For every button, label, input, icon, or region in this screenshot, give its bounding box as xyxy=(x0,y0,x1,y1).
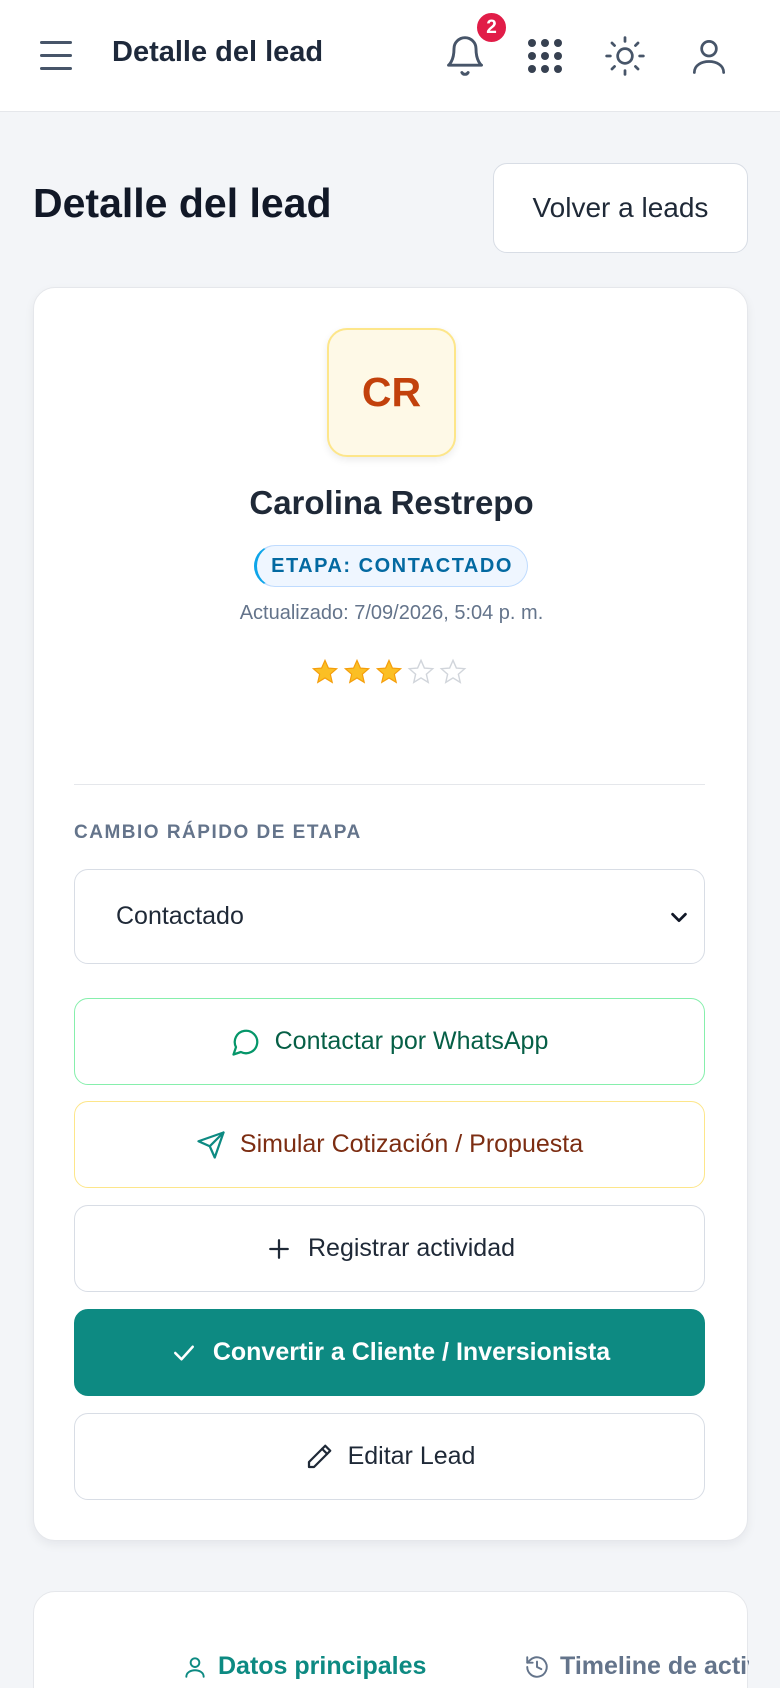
header-title: Detalle del lead xyxy=(112,36,324,68)
register-button-label: Registrar actividad xyxy=(307,1234,516,1262)
lead-name: Carolina Restrepo xyxy=(249,484,534,521)
convert-client-button[interactable]: Convertir a Cliente / Inversionista xyxy=(74,1309,705,1396)
tab-main-data[interactable]: Datos principales xyxy=(182,1652,426,1681)
page-title: Detalle del lead xyxy=(33,180,332,226)
back-to-leads-button[interactable]: Volver a leads xyxy=(493,163,748,253)
sun-icon[interactable] xyxy=(603,34,647,78)
star-empty-icon[interactable] xyxy=(407,658,435,686)
chat-bubble-icon xyxy=(232,1029,258,1056)
plus-icon xyxy=(269,1238,289,1259)
tab-main-label: Datos principales xyxy=(218,1652,427,1680)
rating-stars[interactable] xyxy=(311,658,467,686)
register-activity-button[interactable]: Registrar actividad xyxy=(74,1205,705,1292)
lead-card: CR Carolina Restrepo ETAPA: CONTACTADO A… xyxy=(33,287,748,1541)
convert-button-label: Convertir a Cliente / Inversionista xyxy=(212,1338,611,1366)
divider xyxy=(74,784,705,785)
tab-timeline[interactable]: Timeline de actividad xyxy=(524,1652,749,1681)
star-filled-icon[interactable] xyxy=(311,658,339,686)
send-icon xyxy=(197,1130,225,1159)
bell-icon[interactable] xyxy=(443,34,487,78)
top-bar: Detalle del lead 2 xyxy=(0,0,780,112)
edit-button-label: Editar Lead xyxy=(347,1442,476,1470)
apps-grid-icon[interactable] xyxy=(523,34,567,78)
whatsapp-button-label: Contactar por WhatsApp xyxy=(274,1027,549,1055)
notification-badge: 2 xyxy=(475,11,508,44)
star-filled-icon[interactable] xyxy=(343,658,371,686)
whatsapp-contact-button[interactable]: Contactar por WhatsApp xyxy=(74,998,705,1085)
star-empty-icon[interactable] xyxy=(439,658,467,686)
stage-select-value: Contactado xyxy=(116,902,244,930)
simulate-quote-button[interactable]: Simular Cotización / Propuesta xyxy=(74,1101,705,1188)
star-filled-icon[interactable] xyxy=(375,658,403,686)
pencil-icon xyxy=(307,1444,331,1468)
stage-badge: ETAPA: CONTACTADO xyxy=(254,545,528,587)
tab-timeline-label: Timeline de actividad xyxy=(560,1652,749,1680)
user-icon xyxy=(185,1656,205,1678)
menu-icon[interactable] xyxy=(40,41,72,71)
simulate-button-label: Simular Cotización / Propuesta xyxy=(239,1130,584,1158)
user-icon[interactable] xyxy=(687,34,731,78)
check-icon xyxy=(173,1345,194,1360)
edit-lead-button[interactable]: Editar Lead xyxy=(74,1413,705,1500)
chevron-down-icon xyxy=(671,912,687,923)
history-icon xyxy=(526,1655,548,1678)
details-tabs-card: Datos principales Timeline de actividad xyxy=(33,1591,749,1688)
quick-stage-label: CAMBIO RÁPIDO DE ETAPA xyxy=(74,822,362,843)
avatar: CR xyxy=(327,328,456,457)
updated-timestamp: Actualizado: 7/09/2026, 5:04 p. m. xyxy=(239,602,544,624)
stage-select[interactable]: Contactado xyxy=(74,869,705,964)
